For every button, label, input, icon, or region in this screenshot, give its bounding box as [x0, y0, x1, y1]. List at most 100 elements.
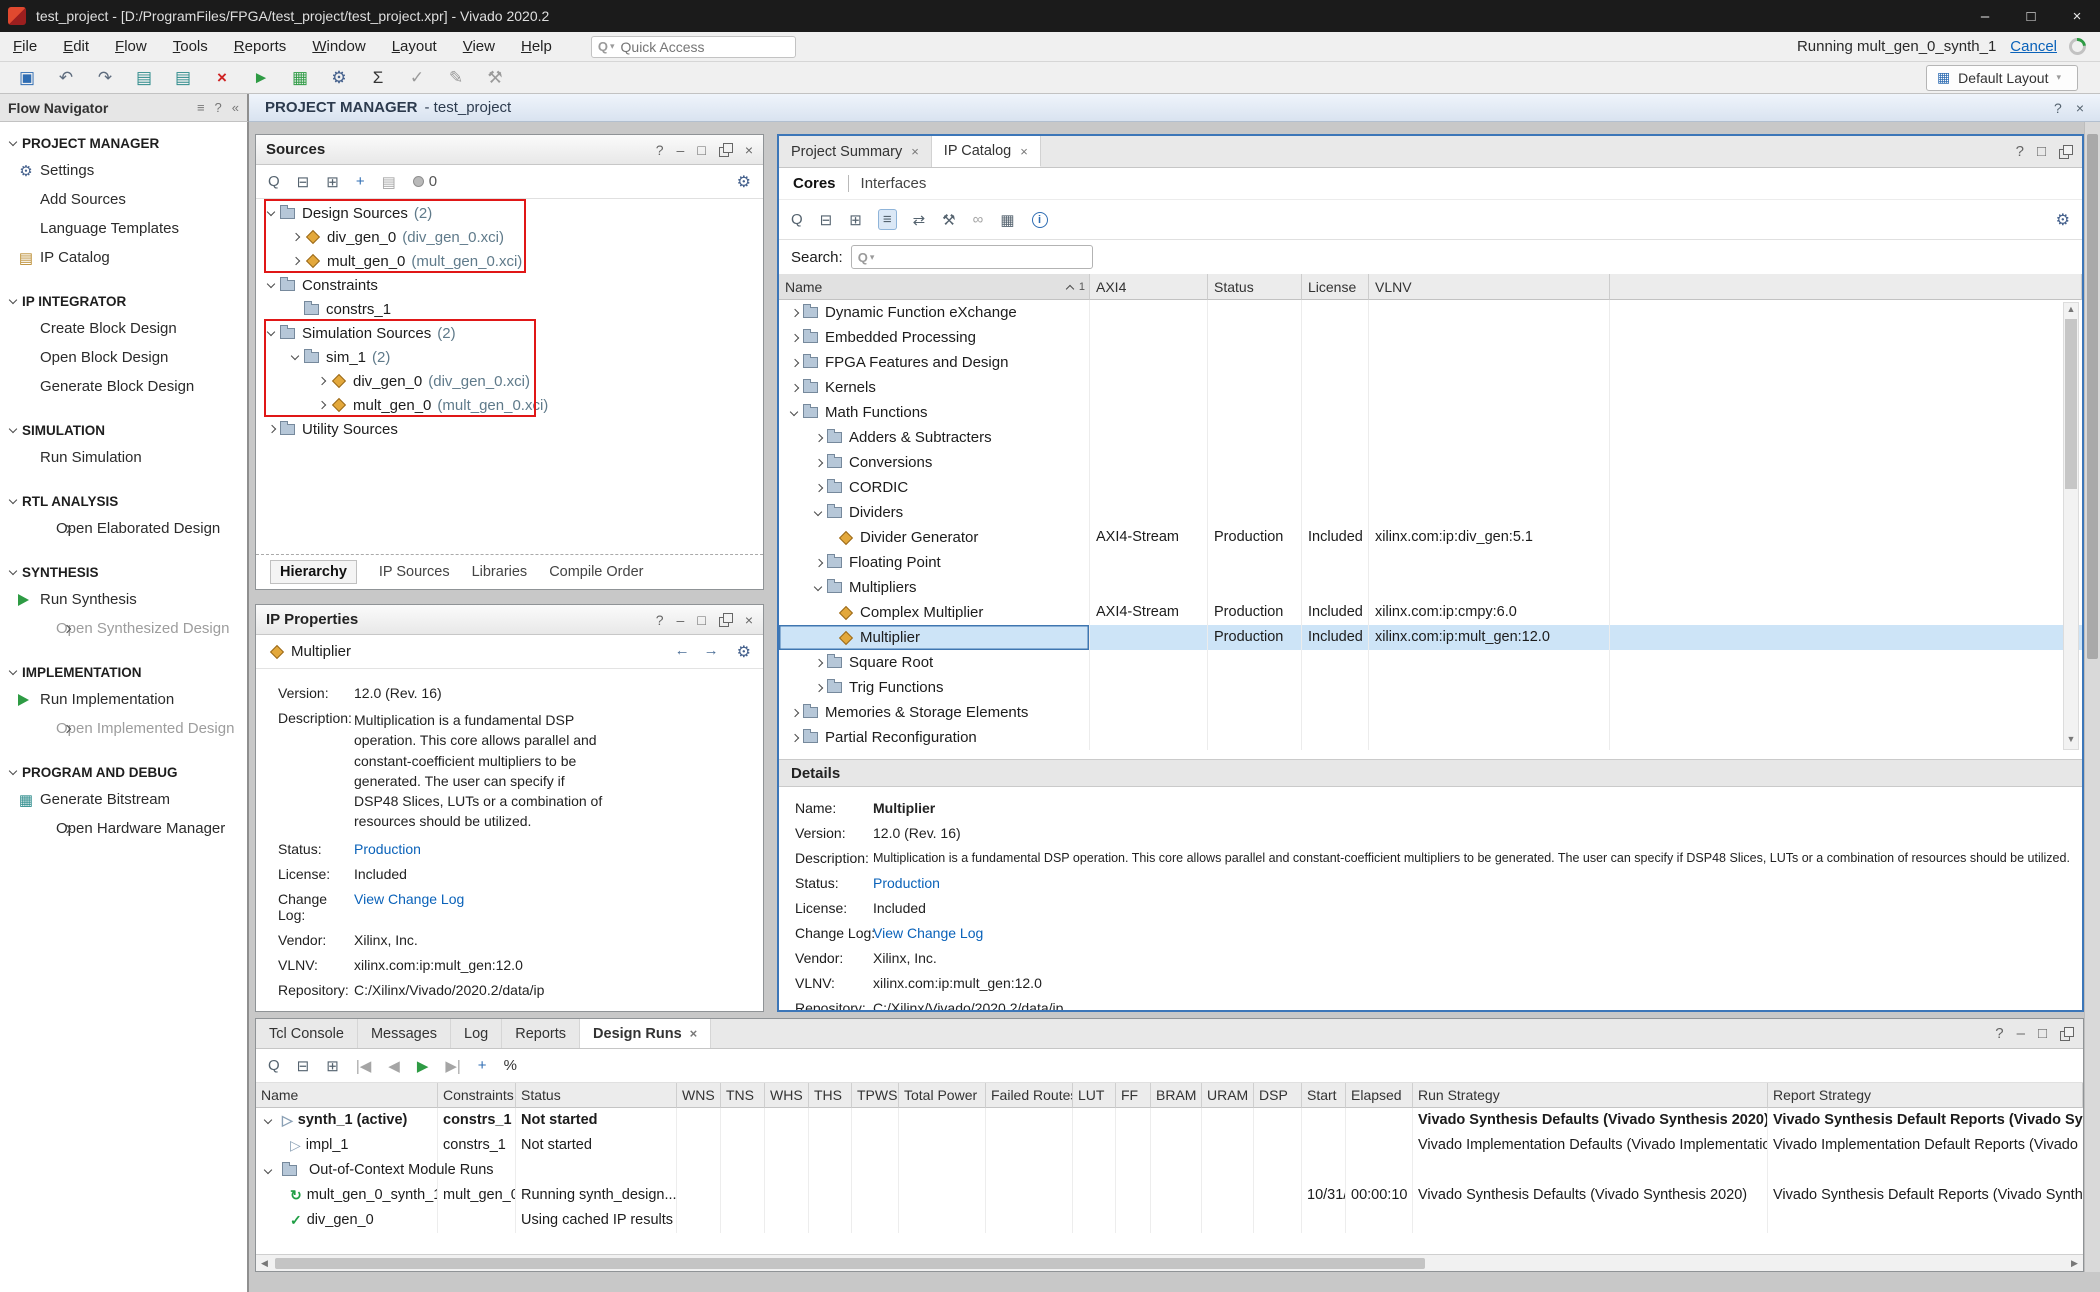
column-header[interactable]: TPWS	[852, 1083, 899, 1108]
scrollbar-thumb[interactable]	[2087, 134, 2098, 659]
tree-row-constrs-1[interactable]: constrs_1	[256, 297, 763, 321]
tab-tcl-console[interactable]: Tcl Console	[256, 1019, 358, 1048]
column-header[interactable]: FF	[1116, 1083, 1151, 1108]
column-header[interactable]: Elapsed	[1346, 1083, 1413, 1108]
launch-runs-icon[interactable]: ▶	[417, 1057, 429, 1075]
layout-selector[interactable]: ▦ Default Layout ▾	[1926, 65, 2078, 91]
chevron-down-icon[interactable]	[261, 1113, 277, 1129]
sidebar-item-run-implementation[interactable]: Run Implementation	[0, 685, 247, 714]
tree-row-simulation-sources[interactable]: Simulation Sources(2)	[256, 321, 763, 345]
expand-all-icon[interactable]: ⊞	[849, 211, 862, 229]
column-header-vlnv[interactable]: VLNV	[1369, 274, 1610, 300]
float-icon[interactable]	[2059, 145, 2072, 158]
sum-icon[interactable]: Σ	[367, 68, 389, 88]
step-forward-icon[interactable]: ▶|	[445, 1057, 460, 1075]
expand-all-icon[interactable]: ⊞	[326, 173, 339, 191]
run-row-div-gen[interactable]: ✓div_gen_0Using cached IP results	[256, 1208, 2083, 1233]
menu-tools[interactable]: Tools	[160, 38, 221, 55]
chevron-down-icon[interactable]	[261, 1163, 277, 1179]
expand-all-icon[interactable]: ⊞	[326, 1057, 339, 1075]
maximize-icon[interactable]: □	[697, 142, 705, 158]
paste-icon[interactable]: ▤	[172, 68, 194, 88]
sidebar-item-run-simulation[interactable]: Run Simulation	[0, 443, 247, 472]
minimize-icon[interactable]: –	[677, 142, 685, 158]
help-icon[interactable]: ?	[656, 142, 664, 158]
grid-view-icon[interactable]: ▦	[1000, 211, 1014, 229]
subtab-interfaces[interactable]: Interfaces	[848, 175, 927, 192]
chevron-right-icon[interactable]	[787, 730, 803, 746]
search-icon[interactable]: Q	[268, 1057, 280, 1074]
forward-arrow-icon[interactable]: →	[704, 642, 719, 662]
chevron-down-icon[interactable]	[811, 580, 827, 596]
undo-icon[interactable]: ↶	[55, 68, 77, 88]
column-header[interactable]: Run Strategy	[1413, 1083, 1768, 1108]
tab-design-runs[interactable]: Design Runs×	[580, 1019, 711, 1048]
gear-icon[interactable]: ⚙	[737, 172, 751, 192]
menu-edit[interactable]: Edit	[50, 38, 102, 55]
chevron-down-icon[interactable]	[811, 505, 827, 521]
close-button[interactable]: ×	[2054, 8, 2100, 25]
column-header[interactable]: WNS	[677, 1083, 721, 1108]
chevron-right-icon[interactable]	[811, 555, 827, 571]
catalog-row[interactable]: Embedded Processing	[779, 325, 2082, 350]
column-header[interactable]: BRAM	[1151, 1083, 1202, 1108]
catalog-row-multiplier-selected[interactable]: MultiplierProductionIncludedxilinx.com:i…	[779, 625, 2082, 650]
save-icon[interactable]: ▣	[16, 68, 38, 88]
column-header[interactable]: Failed Routes	[986, 1083, 1073, 1108]
menu-flow[interactable]: Flow	[102, 38, 160, 55]
chevron-right-icon[interactable]	[787, 330, 803, 346]
catalog-row[interactable]: CORDIC	[779, 475, 2082, 500]
sidebar-item-run-synthesis[interactable]: Run Synthesis	[0, 585, 247, 614]
menu-window[interactable]: Window	[299, 38, 378, 55]
sidebar-item-open-block-design[interactable]: Open Block Design	[0, 343, 247, 372]
column-header[interactable]: Start	[1302, 1083, 1346, 1108]
sidebar-item-create-block-design[interactable]: Create Block Design	[0, 314, 247, 343]
close-icon[interactable]: ×	[2076, 100, 2084, 116]
chevron-right-icon[interactable]	[314, 373, 330, 389]
chevron-right-icon[interactable]	[787, 355, 803, 371]
scroll-down-icon[interactable]: ▼	[2064, 734, 2078, 748]
info-icon[interactable]: i	[1032, 212, 1048, 228]
tools-icon[interactable]: ⚒	[484, 68, 506, 88]
tree-row-sim-div-gen[interactable]: div_gen_0(div_gen_0.xci)	[256, 369, 763, 393]
link-icon[interactable]: ∞	[973, 211, 984, 228]
tree-row-sim-1[interactable]: sim_1(2)	[256, 345, 763, 369]
customize-ip-icon[interactable]: ⚒	[942, 211, 955, 229]
tab-ip-sources[interactable]: IP Sources	[379, 564, 450, 580]
column-header[interactable]: WHS	[765, 1083, 809, 1108]
chevron-right-icon[interactable]	[59, 521, 75, 537]
chevron-right-icon[interactable]	[811, 430, 827, 446]
chevron-right-icon[interactable]	[787, 305, 803, 321]
tab-project-summary[interactable]: Project Summary×	[779, 136, 932, 167]
sidebar-item-open-hardware-manager[interactable]: Open Hardware Manager	[0, 814, 247, 843]
chevron-right-icon[interactable]	[59, 821, 75, 837]
menu-icon[interactable]: ≡	[197, 100, 205, 115]
chevron-down-icon[interactable]	[264, 277, 280, 293]
column-header-status[interactable]: Status	[1208, 274, 1302, 300]
tab-hierarchy[interactable]: Hierarchy	[270, 560, 357, 584]
chevron-right-icon[interactable]	[264, 421, 280, 437]
sidebar-item-generate-block-design[interactable]: Generate Block Design	[0, 372, 247, 401]
sidebar-item-open-elaborated-design[interactable]: Open Elaborated Design	[0, 514, 247, 543]
catalog-row[interactable]: Multipliers	[779, 575, 2082, 600]
tree-row-div-gen[interactable]: div_gen_0(div_gen_0.xci)	[256, 225, 763, 249]
tab-ip-catalog[interactable]: IP Catalog×	[932, 136, 1041, 167]
chevron-right-icon[interactable]	[288, 229, 304, 245]
float-icon[interactable]	[2060, 1027, 2073, 1040]
chevron-down-icon[interactable]	[787, 405, 803, 421]
chevron-down-icon[interactable]	[264, 205, 280, 221]
maximize-icon[interactable]: □	[697, 612, 705, 628]
help-icon[interactable]: ?	[215, 100, 222, 115]
column-header-license[interactable]: License	[1302, 274, 1369, 300]
create-run-icon[interactable]: +	[478, 1057, 487, 1074]
step-back-icon[interactable]: ◀	[388, 1057, 400, 1075]
quick-access-input[interactable]	[621, 39, 761, 55]
search-box[interactable]: Q ▾	[851, 245, 1093, 269]
tab-reports[interactable]: Reports	[502, 1019, 580, 1048]
column-header[interactable]: Name	[256, 1083, 438, 1108]
nav-header-rtl-analysis[interactable]: RTL ANALYSIS	[0, 488, 247, 514]
chevron-right-icon[interactable]	[787, 705, 803, 721]
nav-header-implementation[interactable]: IMPLEMENTATION	[0, 659, 247, 685]
run-row-ooc-group[interactable]: Out-of-Context Module Runs	[256, 1158, 2083, 1183]
change-log-link[interactable]: View Change Log	[354, 891, 464, 923]
